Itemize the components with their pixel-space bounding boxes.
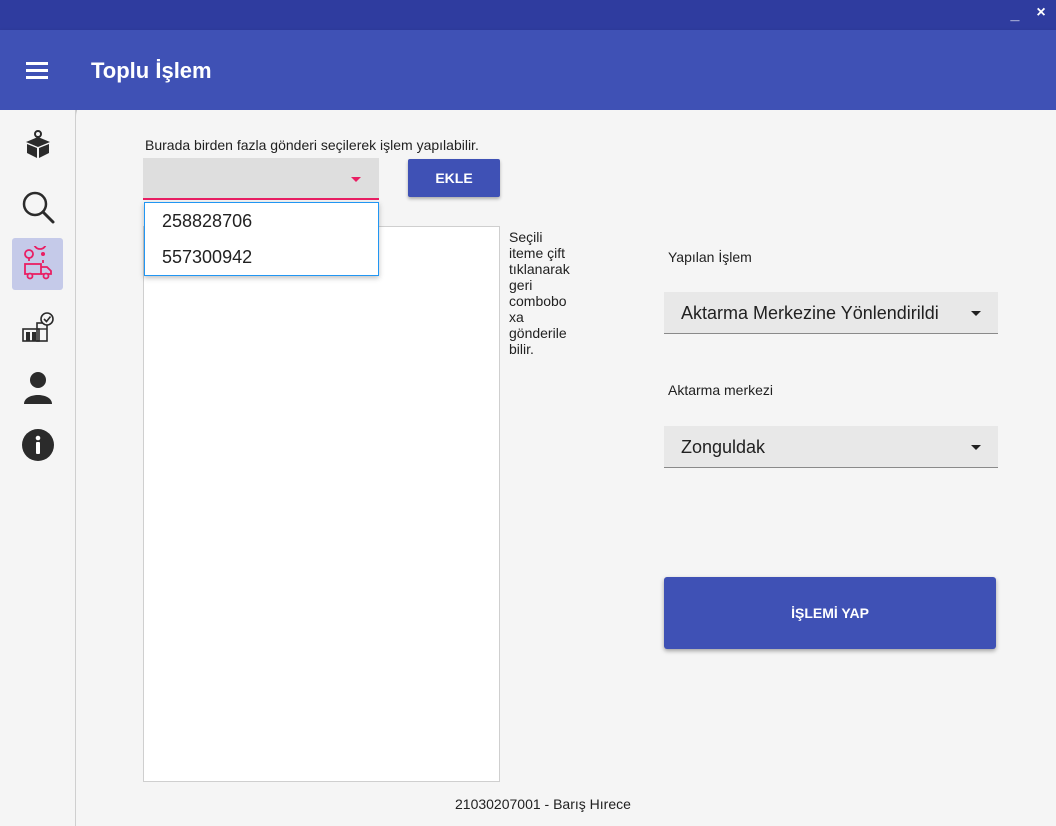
window-titlebar: _ × xyxy=(0,0,1056,30)
transfer-center-select[interactable]: Zonguldak xyxy=(664,426,998,468)
app-bar: Toplu İşlem xyxy=(0,30,1056,110)
shipment-dropdown-list: 258828706 557300942 xyxy=(144,202,379,276)
dropdown-option[interactable]: 258828706 xyxy=(162,211,252,232)
transfer-center-label: Aktarma merkezi xyxy=(668,382,774,398)
status-user-text: 21030207001 - Barış Hırece xyxy=(455,796,631,812)
operation-label: Yapılan İşlem xyxy=(668,249,752,265)
minimize-button[interactable]: _ xyxy=(1006,6,1024,24)
add-button[interactable]: EKLE xyxy=(408,159,500,197)
list-help-note: Seçili iteme çift tıklanarak geri combob… xyxy=(509,229,570,357)
sidebar-item-shipments[interactable] xyxy=(12,120,64,170)
delivery-route-icon xyxy=(23,246,52,280)
selected-shipments-list[interactable] xyxy=(143,226,500,782)
chevron-down-icon xyxy=(351,177,361,182)
perform-operation-button[interactable]: İŞLEMİ YAP xyxy=(664,577,996,649)
chevron-down-icon xyxy=(971,311,981,316)
operation-select-value: Aktarma Merkezine Yönlendirildi xyxy=(681,303,939,323)
sidebar-item-info[interactable] xyxy=(12,420,64,470)
sidebar-item-search[interactable] xyxy=(12,182,64,232)
transfer-center-select-value: Zonguldak xyxy=(681,437,766,457)
warehouse-check-icon xyxy=(22,312,54,342)
close-button[interactable]: × xyxy=(1032,4,1050,22)
sidebar-item-profile[interactable] xyxy=(12,362,64,412)
info-icon xyxy=(22,429,54,461)
search-icon xyxy=(22,191,55,224)
shipment-combobox[interactable] xyxy=(143,158,379,200)
hamburger-menu-icon[interactable] xyxy=(26,62,48,79)
operation-select[interactable]: Aktarma Merkezine Yönlendirildi xyxy=(664,292,998,334)
chevron-down-icon xyxy=(971,445,981,450)
sidebar-item-warehouse[interactable] xyxy=(12,302,64,352)
sidebar xyxy=(0,110,76,826)
sidebar-item-bulk-operation[interactable] xyxy=(12,238,63,290)
user-icon xyxy=(24,372,52,404)
instruction-text: Burada birden fazla gönderi seçilerek iş… xyxy=(145,137,479,153)
dropdown-option[interactable]: 557300942 xyxy=(162,247,252,268)
page-title: Toplu İşlem xyxy=(91,58,212,83)
box-icon xyxy=(26,130,50,158)
